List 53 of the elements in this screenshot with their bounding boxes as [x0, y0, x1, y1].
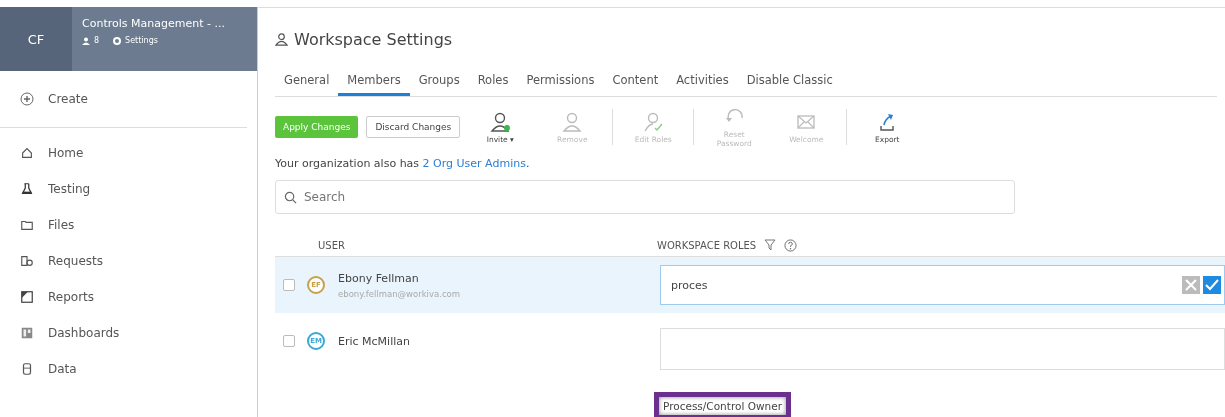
- add-user-icon: [489, 110, 512, 133]
- document-icon: [20, 254, 34, 268]
- column-header: USER: [317, 239, 346, 251]
- plus-circle-icon: [20, 92, 34, 106]
- person-icon: [82, 36, 90, 45]
- user-name: Ebony Fellman: [338, 271, 420, 285]
- sidebar-item[interactable]: Data: [20, 360, 257, 378]
- sidebar-item[interactable]: Testing: [20, 180, 257, 198]
- tab[interactable]: Groups: [409, 69, 469, 96]
- discard-changes-button[interactable]: Discard Changes: [366, 116, 461, 138]
- user-check-icon: [642, 110, 665, 133]
- tab[interactable]: Roles: [468, 69, 518, 96]
- folder-icon: [20, 218, 34, 232]
- filter-icon[interactable]: [764, 239, 777, 251]
- user-name: Eric McMillan: [338, 334, 411, 348]
- search-field[interactable]: Search: [275, 180, 1015, 214]
- row-checkbox[interactable]: [283, 279, 295, 291]
- user-email: ebony.fellman@workiva.com: [338, 288, 462, 299]
- create-button[interactable]: Create: [0, 71, 247, 128]
- tab[interactable]: Content: [603, 69, 668, 96]
- column-header: WORKSPACE ROLES: [657, 239, 757, 251]
- workspace-title[interactable]: Controls Management - ...: [82, 17, 225, 30]
- tab[interactable]: Members: [338, 69, 410, 96]
- sidebar-item[interactable]: Requests: [20, 252, 257, 270]
- person-icon: [275, 33, 288, 46]
- row-checkbox[interactable]: [283, 335, 295, 347]
- tab[interactable]: Permissions: [517, 69, 604, 96]
- database-icon: [20, 362, 34, 376]
- sidebar-item[interactable]: Reports: [20, 288, 257, 306]
- page-title: Workspace Settings: [294, 30, 453, 49]
- org-admins-link[interactable]: 2 Org User Admins: [422, 157, 526, 170]
- house-icon: [20, 146, 34, 160]
- dashboard-icon: [20, 326, 34, 340]
- sidebar-item[interactable]: Home: [20, 144, 257, 162]
- sidebar-item[interactable]: Dashboards: [20, 324, 257, 342]
- settings-link[interactable]: Settings: [113, 36, 158, 45]
- settings-icon: [113, 36, 122, 45]
- tab[interactable]: Disable Classic: [737, 69, 842, 96]
- clear-button[interactable]: [1182, 276, 1200, 294]
- user-icon: [561, 110, 584, 133]
- flask-icon: [20, 182, 34, 196]
- roles-field[interactable]: [660, 328, 1225, 370]
- tab[interactable]: General: [275, 69, 339, 96]
- roles-field[interactable]: proces: [660, 265, 1225, 305]
- workspace-initials: CF: [0, 7, 72, 71]
- notice-text: Your organization also has 2 Org User Admins.: [275, 157, 531, 170]
- help-icon[interactable]: [784, 238, 798, 252]
- tab[interactable]: Activities: [667, 69, 738, 96]
- report-icon: [20, 290, 34, 304]
- confirm-button[interactable]: [1203, 276, 1221, 294]
- member-count: 8: [94, 36, 100, 45]
- sidebar-item[interactable]: Files: [20, 216, 257, 234]
- suggestion-option[interactable]: Process/Control Owner: [654, 392, 791, 417]
